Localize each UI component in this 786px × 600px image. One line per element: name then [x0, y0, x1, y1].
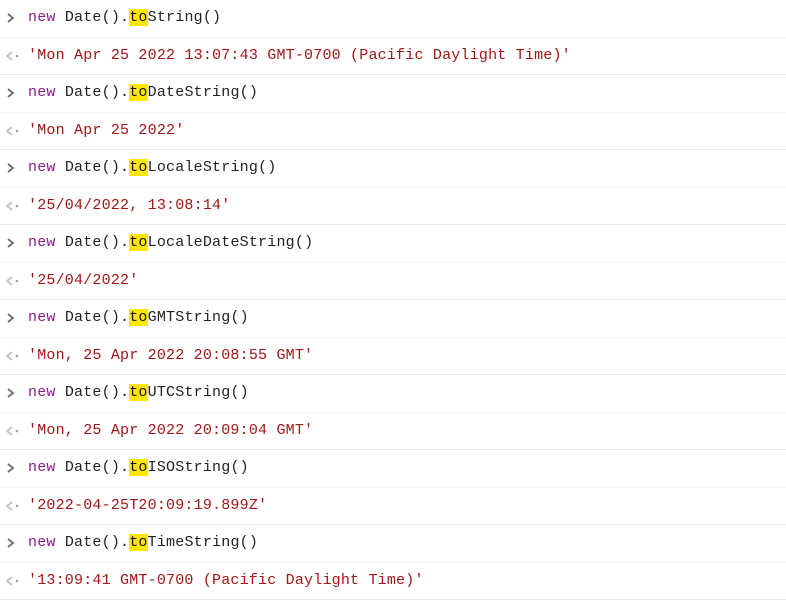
output-chevron-icon	[6, 501, 28, 511]
console-input-code: new Date().toTimeString()	[28, 532, 776, 555]
highlight-to: to	[129, 459, 147, 476]
console-input-row[interactable]: new Date().toString()	[0, 0, 786, 38]
output-chevron-icon	[6, 51, 28, 61]
console-input-row[interactable]: new Date().toGMTString()	[0, 300, 786, 338]
highlight-to: to	[129, 384, 147, 401]
input-chevron-icon	[6, 13, 28, 23]
input-chevron-icon	[6, 238, 28, 248]
console-output-value: '13:09:41 GMT-0700 (Pacific Daylight Tim…	[28, 570, 776, 593]
console-input-row[interactable]: new Date().toLocaleDateString()	[0, 225, 786, 263]
console-input-code: new Date().toDateString()	[28, 82, 776, 105]
console-output-value: '2022-04-25T20:09:19.899Z'	[28, 495, 776, 518]
keyword-new: new	[28, 9, 56, 26]
console-output-value: 'Mon, 25 Apr 2022 20:08:55 GMT'	[28, 345, 776, 368]
console-output-row: 'Mon, 25 Apr 2022 20:09:04 GMT'	[0, 413, 786, 451]
console-input-code: new Date().toUTCString()	[28, 382, 776, 405]
console-input-row[interactable]: new Date().toUTCString()	[0, 375, 786, 413]
output-chevron-icon	[6, 201, 28, 211]
console-input-row[interactable]: new Date().toLocaleString()	[0, 150, 786, 188]
console-log: new Date().toString() 'Mon Apr 25 2022 1…	[0, 0, 786, 600]
identifier-date: Date	[65, 9, 102, 26]
highlight-to: to	[129, 309, 147, 326]
highlight-to: to	[129, 9, 147, 26]
console-output-row: 'Mon Apr 25 2022'	[0, 113, 786, 151]
highlight-to: to	[129, 234, 147, 251]
console-output-value: '25/04/2022, 13:08:14'	[28, 195, 776, 218]
console-output-row: 'Mon Apr 25 2022 13:07:43 GMT-0700 (Paci…	[0, 38, 786, 76]
input-chevron-icon	[6, 163, 28, 173]
console-input-code: new Date().toISOString()	[28, 457, 776, 480]
console-input-code: new Date().toLocaleString()	[28, 157, 776, 180]
console-input-code: new Date().toGMTString()	[28, 307, 776, 330]
input-chevron-icon	[6, 463, 28, 473]
output-chevron-icon	[6, 351, 28, 361]
output-chevron-icon	[6, 576, 28, 586]
console-output-value: 'Mon, 25 Apr 2022 20:09:04 GMT'	[28, 420, 776, 443]
input-chevron-icon	[6, 88, 28, 98]
console-input-row[interactable]: new Date().toTimeString()	[0, 525, 786, 563]
console-input-code: new Date().toString()	[28, 7, 776, 30]
output-chevron-icon	[6, 276, 28, 286]
highlight-to: to	[129, 159, 147, 176]
console-input-row[interactable]: new Date().toISOString()	[0, 450, 786, 488]
console-output-row: '25/04/2022'	[0, 263, 786, 301]
highlight-to: to	[129, 534, 147, 551]
input-chevron-icon	[6, 538, 28, 548]
input-chevron-icon	[6, 313, 28, 323]
console-output-value: 'Mon Apr 25 2022'	[28, 120, 776, 143]
console-output-row: '13:09:41 GMT-0700 (Pacific Daylight Tim…	[0, 563, 786, 600]
console-output-value: 'Mon Apr 25 2022 13:07:43 GMT-0700 (Paci…	[28, 45, 776, 68]
console-output-row: 'Mon, 25 Apr 2022 20:08:55 GMT'	[0, 338, 786, 376]
method-rest: String	[148, 9, 203, 26]
console-output-row: '2022-04-25T20:09:19.899Z'	[0, 488, 786, 526]
output-chevron-icon	[6, 126, 28, 136]
output-chevron-icon	[6, 426, 28, 436]
console-output-value: '25/04/2022'	[28, 270, 776, 293]
console-input-code: new Date().toLocaleDateString()	[28, 232, 776, 255]
input-chevron-icon	[6, 388, 28, 398]
highlight-to: to	[129, 84, 147, 101]
console-input-row[interactable]: new Date().toDateString()	[0, 75, 786, 113]
console-output-row: '25/04/2022, 13:08:14'	[0, 188, 786, 226]
